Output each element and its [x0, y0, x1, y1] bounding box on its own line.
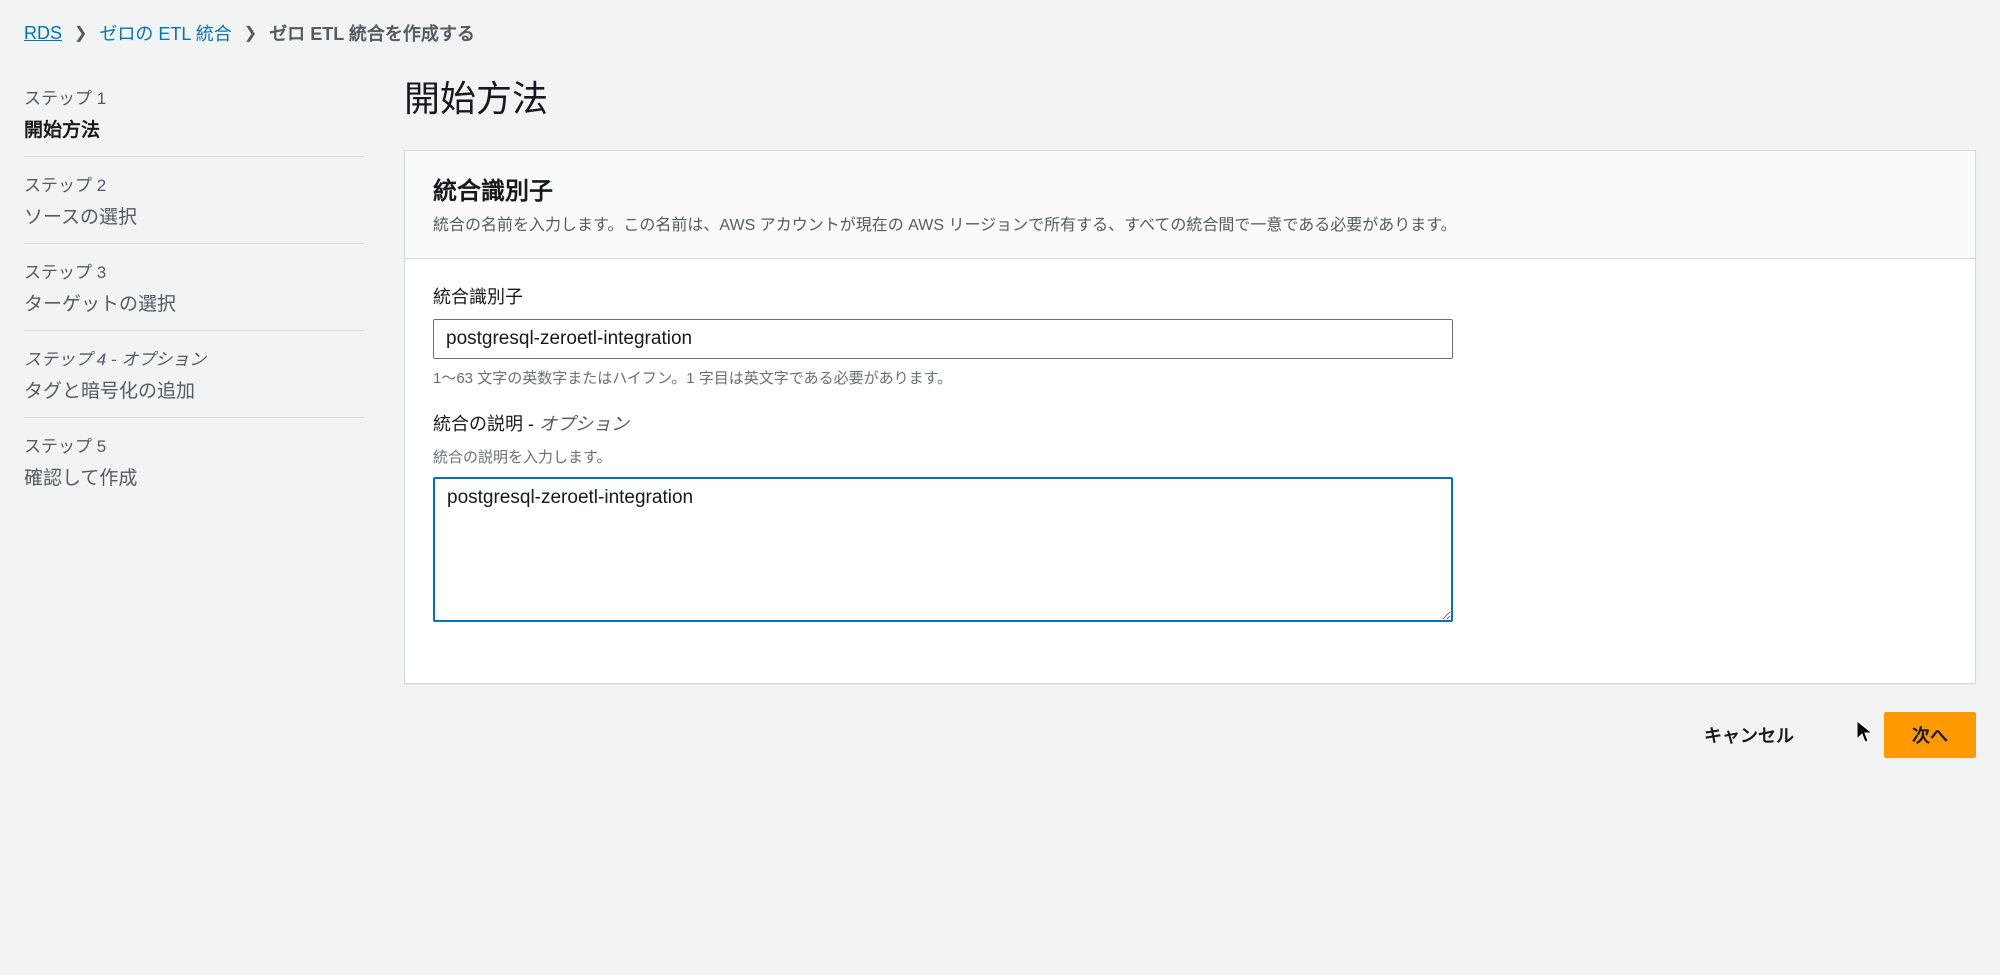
sidebar-step-3[interactable]: ステップ 3 ターゲットの選択 — [24, 244, 364, 331]
step-label: ステップ 1 — [24, 84, 364, 109]
sidebar-step-4[interactable]: ステップ 4 - オプション タグと暗号化の追加 — [24, 331, 364, 418]
description-label: 統合の説明 - オプション — [433, 410, 1947, 436]
chevron-right-icon: ❯ — [244, 23, 257, 43]
description-optional: オプション — [539, 414, 629, 434]
panel-heading: 統合識別子 — [433, 171, 1947, 206]
breadcrumb: RDS ❯ ゼロの ETL 統合 ❯ ゼロ ETL 統合を作成する — [24, 20, 1976, 46]
description-label-text: 統合の説明 - — [433, 414, 539, 434]
field-identifier: 統合識別子 1〜63 文字の英数字またはハイフン。1 字目は英文字である必要があ… — [433, 283, 1947, 388]
breadcrumb-root[interactable]: RDS — [24, 23, 62, 44]
step-label: ステップ 2 — [24, 171, 364, 196]
sidebar-step-1[interactable]: ステップ 1 開始方法 — [24, 70, 364, 157]
panel-header: 統合識別子 統合の名前を入力します。この名前は、AWS アカウントが現在の AW… — [405, 151, 1975, 259]
breadcrumb-parent[interactable]: ゼロの ETL 統合 — [99, 20, 231, 46]
breadcrumb-current: ゼロ ETL 統合を作成する — [269, 20, 475, 46]
step-label: ステップ 5 — [24, 432, 364, 457]
step-title: ターゲットの選択 — [24, 289, 364, 316]
cursor-icon — [1856, 720, 1874, 750]
sidebar-step-5[interactable]: ステップ 5 確認して作成 — [24, 418, 364, 504]
panel-body: 統合識別子 1〜63 文字の英数字またはハイフン。1 字目は英文字である必要があ… — [405, 259, 1975, 683]
page-title: 開始方法 — [404, 70, 1976, 122]
step-title: 開始方法 — [24, 115, 364, 142]
identifier-input[interactable] — [433, 319, 1453, 359]
field-description: 統合の説明 - オプション 統合の説明を入力します。 — [433, 410, 1947, 625]
description-sublabel: 統合の説明を入力します。 — [433, 446, 1947, 467]
panel-description: 統合の名前を入力します。この名前は、AWS アカウントが現在の AWS リージョ… — [433, 214, 1947, 238]
step-label: ステップ 3 — [24, 258, 364, 283]
wizard-sidebar: ステップ 1 開始方法 ステップ 2 ソースの選択 ステップ 3 ターゲットの選… — [24, 70, 364, 758]
identifier-label: 統合識別子 — [433, 283, 1947, 309]
cancel-button[interactable]: キャンセル — [1676, 712, 1822, 758]
main-content: 開始方法 統合識別子 統合の名前を入力します。この名前は、AWS アカウントが現… — [404, 70, 1976, 758]
sidebar-step-2[interactable]: ステップ 2 ソースの選択 — [24, 157, 364, 244]
step-label: ステップ 4 - オプション — [24, 345, 364, 370]
description-textarea[interactable] — [433, 477, 1453, 622]
step-title: 確認して作成 — [24, 463, 364, 490]
chevron-right-icon: ❯ — [74, 23, 87, 43]
step-title: タグと暗号化の追加 — [24, 376, 364, 403]
identifier-help: 1〜63 文字の英数字またはハイフン。1 字目は英文字である必要があります。 — [433, 367, 1947, 388]
panel-integration-identifier: 統合識別子 統合の名前を入力します。この名前は、AWS アカウントが現在の AW… — [404, 150, 1976, 684]
wizard-footer: キャンセル 次へ — [404, 712, 1976, 758]
next-button[interactable]: 次へ — [1884, 712, 1976, 758]
step-title: ソースの選択 — [24, 202, 364, 229]
